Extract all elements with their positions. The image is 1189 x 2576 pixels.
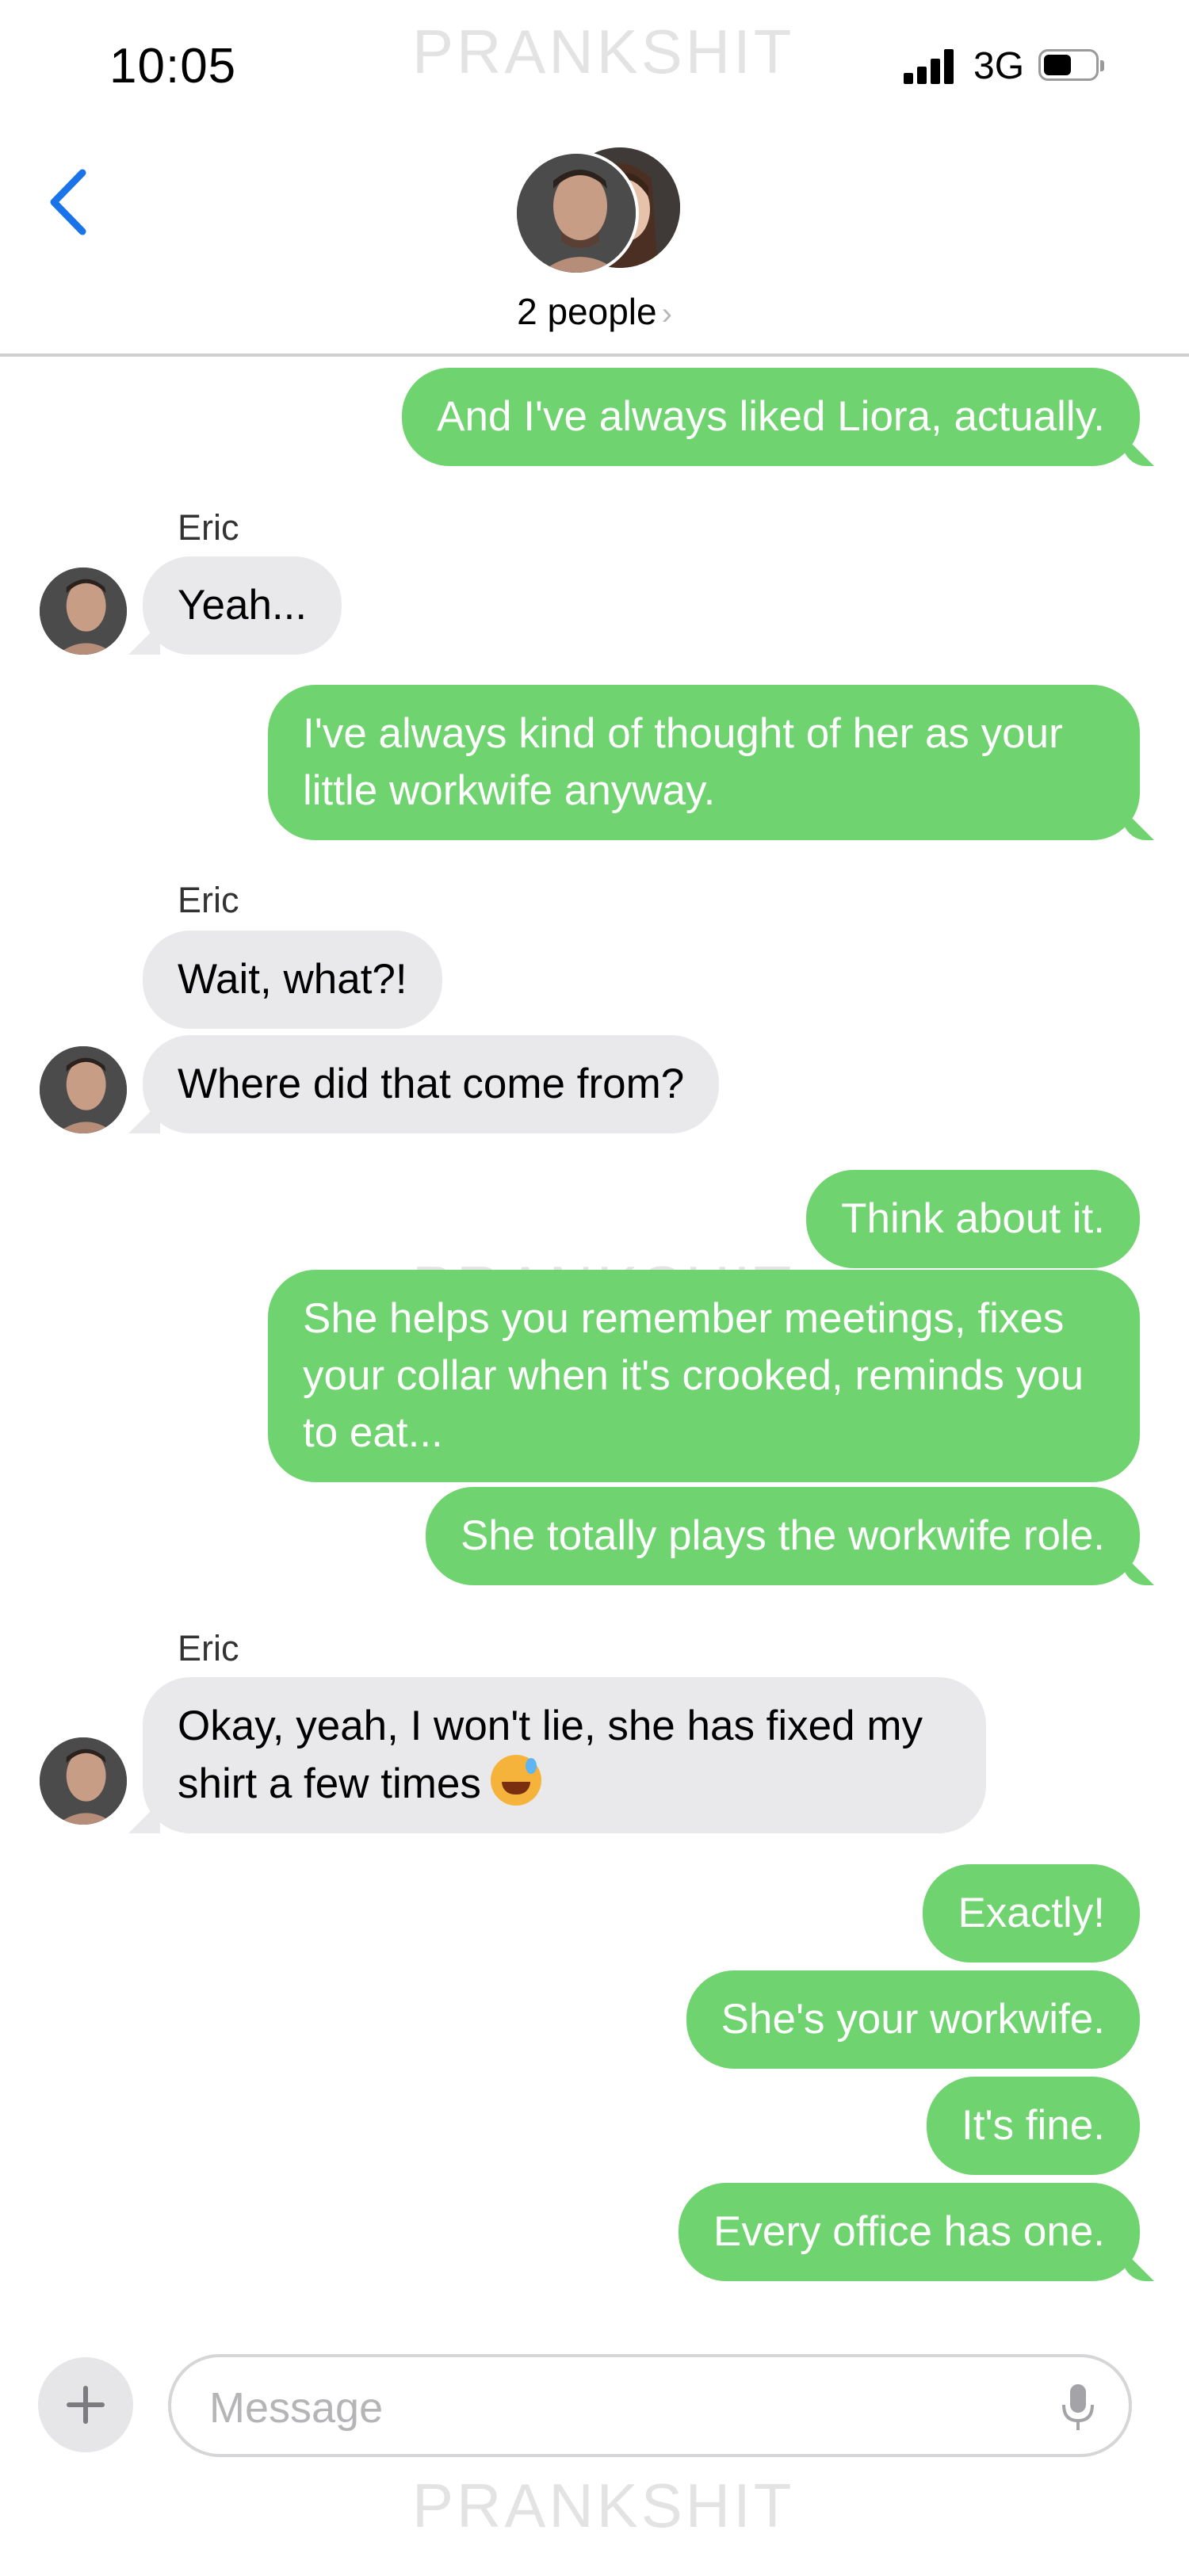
- sender-name: Eric: [178, 880, 239, 920]
- message-bubble-outgoing[interactable]: Think about it.: [806, 1170, 1140, 1268]
- group-avatar[interactable]: [514, 147, 680, 276]
- sender-name: Eric: [178, 1628, 239, 1668]
- message-bubble-incoming[interactable]: Wait, what?!: [143, 931, 442, 1029]
- plus-icon[interactable]: [38, 2357, 133, 2452]
- message-bubble-outgoing[interactable]: She's your workwife.: [686, 1970, 1140, 2069]
- message-bubble-outgoing[interactable]: And I've always liked Liora, actually.: [402, 368, 1140, 466]
- message-text: She's your workwife.: [721, 1996, 1105, 2043]
- conversation-header: 2 people ›: [0, 119, 1189, 357]
- message-text: Think about it.: [841, 1195, 1105, 1242]
- message-bubble-outgoing[interactable]: It's fine.: [927, 2077, 1140, 2175]
- message-bubble-outgoing[interactable]: I've always kind of thought of her as yo…: [268, 685, 1140, 840]
- message-input-field[interactable]: [168, 2354, 1132, 2457]
- avatar-eric: [514, 151, 639, 276]
- message-composer: PRANKSHIT: [0, 2322, 1189, 2576]
- message-bubble-incoming[interactable]: Where did that come from?: [143, 1035, 720, 1133]
- avatar-eric: [40, 1737, 127, 1825]
- message-text: I've always kind of thought of her as yo…: [303, 710, 1063, 814]
- message-text: Exactly!: [958, 1890, 1105, 1936]
- signal-strength-icon: [904, 49, 959, 84]
- message-bubble-incoming[interactable]: Okay, yeah, I won't lie, she has fixed m…: [143, 1677, 986, 1833]
- watermark-bottom: PRANKSHIT: [412, 2471, 795, 2540]
- battery-icon: [1038, 49, 1104, 81]
- message-bubble-outgoing[interactable]: She helps you remember meetings, fixes y…: [268, 1270, 1140, 1482]
- avatar-eric: [40, 568, 127, 655]
- message-text: It's fine.: [962, 2102, 1105, 2149]
- sender-name: Eric: [178, 507, 239, 548]
- message-input[interactable]: [208, 2381, 1004, 2435]
- avatar-eric: [40, 1046, 127, 1133]
- chevron-left-icon[interactable]: [44, 166, 92, 238]
- watermark-top: PRANKSHIT: [412, 17, 795, 86]
- network-type: 3G: [973, 45, 1025, 87]
- message-text: Every office has one.: [713, 2208, 1105, 2255]
- message-bubble-outgoing[interactable]: She totally plays the workwife role.: [425, 1487, 1140, 1585]
- chevron-right-icon: ›: [661, 296, 672, 331]
- message-bubble-outgoing[interactable]: Exactly!: [923, 1864, 1140, 1963]
- microphone-icon[interactable]: [1061, 2383, 1095, 2433]
- message-thread[interactable]: And I've always liked Liora, actually. E…: [0, 317, 1189, 2322]
- message-bubble-incoming[interactable]: Yeah...: [143, 556, 342, 655]
- message-text: And I've always liked Liora, actually.: [437, 393, 1105, 440]
- participants-text: 2 people: [517, 291, 657, 332]
- message-bubble-outgoing[interactable]: Every office has one.: [679, 2183, 1140, 2281]
- sweat-smile-emoji-icon: [490, 1755, 541, 1806]
- message-text: She helps you remember meetings, fixes y…: [303, 1295, 1084, 1456]
- message-text: She totally plays the workwife role.: [460, 1512, 1105, 1559]
- message-text: Yeah...: [178, 582, 308, 629]
- status-time: 10:05: [109, 39, 237, 94]
- participants-label[interactable]: 2 people ›: [0, 290, 1189, 333]
- message-text: Okay, yeah, I won't lie, she has fixed m…: [178, 1703, 923, 1807]
- message-text: Where did that come from?: [178, 1061, 685, 1107]
- message-text: Wait, what?!: [178, 956, 407, 1003]
